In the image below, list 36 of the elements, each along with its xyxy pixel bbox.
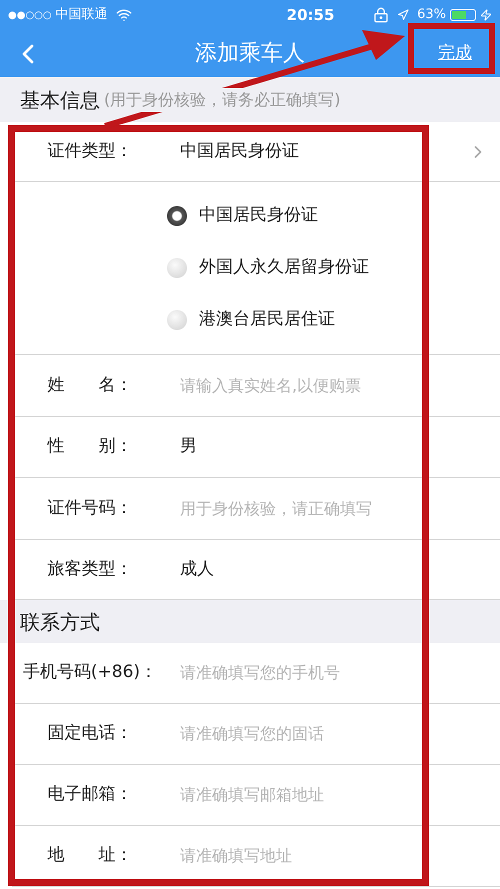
location-icon — [397, 9, 410, 21]
option-label: 港澳台居民居住证 — [199, 308, 335, 332]
lock-icon — [373, 7, 390, 23]
field-label: 旅客类型： — [48, 558, 132, 581]
input-field[interactable]: 请准确填写地址 — [180, 844, 488, 868]
field-label: 姓 名： — [48, 374, 132, 397]
input-field[interactable]: 用于身份核验，请正确填写 — [180, 496, 488, 520]
field-label: 证件号码： — [48, 496, 132, 520]
field-label: 手机号码(+86)： — [22, 661, 158, 684]
charging-icon — [480, 9, 492, 21]
field-value: 中国居民身份证 — [180, 140, 300, 163]
option-label: 外国人永久居留身份证 — [199, 256, 369, 280]
input-field[interactable]: 请准确填写邮箱地址 — [180, 783, 488, 807]
radio-option[interactable]: 港澳台居民居住证 — [167, 307, 500, 333]
radio-option[interactable]: 外国人永久居留身份证 — [167, 255, 500, 281]
select-row[interactable]: 证件类型： 中国居民身份证 — [12, 122, 500, 182]
field-label: 证件类型： — [48, 140, 132, 163]
field-label: 电子邮箱： — [48, 783, 132, 806]
field-label: 地 址： — [48, 844, 132, 868]
page-title: 添加乘车人 — [194, 40, 306, 68]
input-field[interactable]: 请准确填写您的手机号 — [180, 661, 488, 685]
carrier-name: 中国联通 — [56, 6, 108, 24]
input-field[interactable]: 请输入真实姓名,以便购票 — [180, 374, 488, 398]
radio-option[interactable]: 中国居民身份证 — [167, 203, 500, 229]
field-value: 男 — [180, 435, 197, 458]
signal-strength: ●●○○○ — [8, 8, 52, 22]
wifi-icon — [116, 7, 132, 23]
option-label: 中国居民身份证 — [199, 204, 318, 228]
battery-icon — [450, 9, 476, 21]
section-note: (用于身份核验，请务必正确填写) — [104, 88, 340, 112]
battery-level: 63% — [417, 6, 446, 24]
clock-time: 20:55 — [286, 4, 334, 26]
field-label: 固定电话： — [48, 722, 132, 746]
input-field[interactable]: 请准确填写您的固话 — [180, 722, 488, 746]
field-label: 性 别： — [48, 435, 132, 458]
field-value: 成人 — [180, 558, 214, 581]
